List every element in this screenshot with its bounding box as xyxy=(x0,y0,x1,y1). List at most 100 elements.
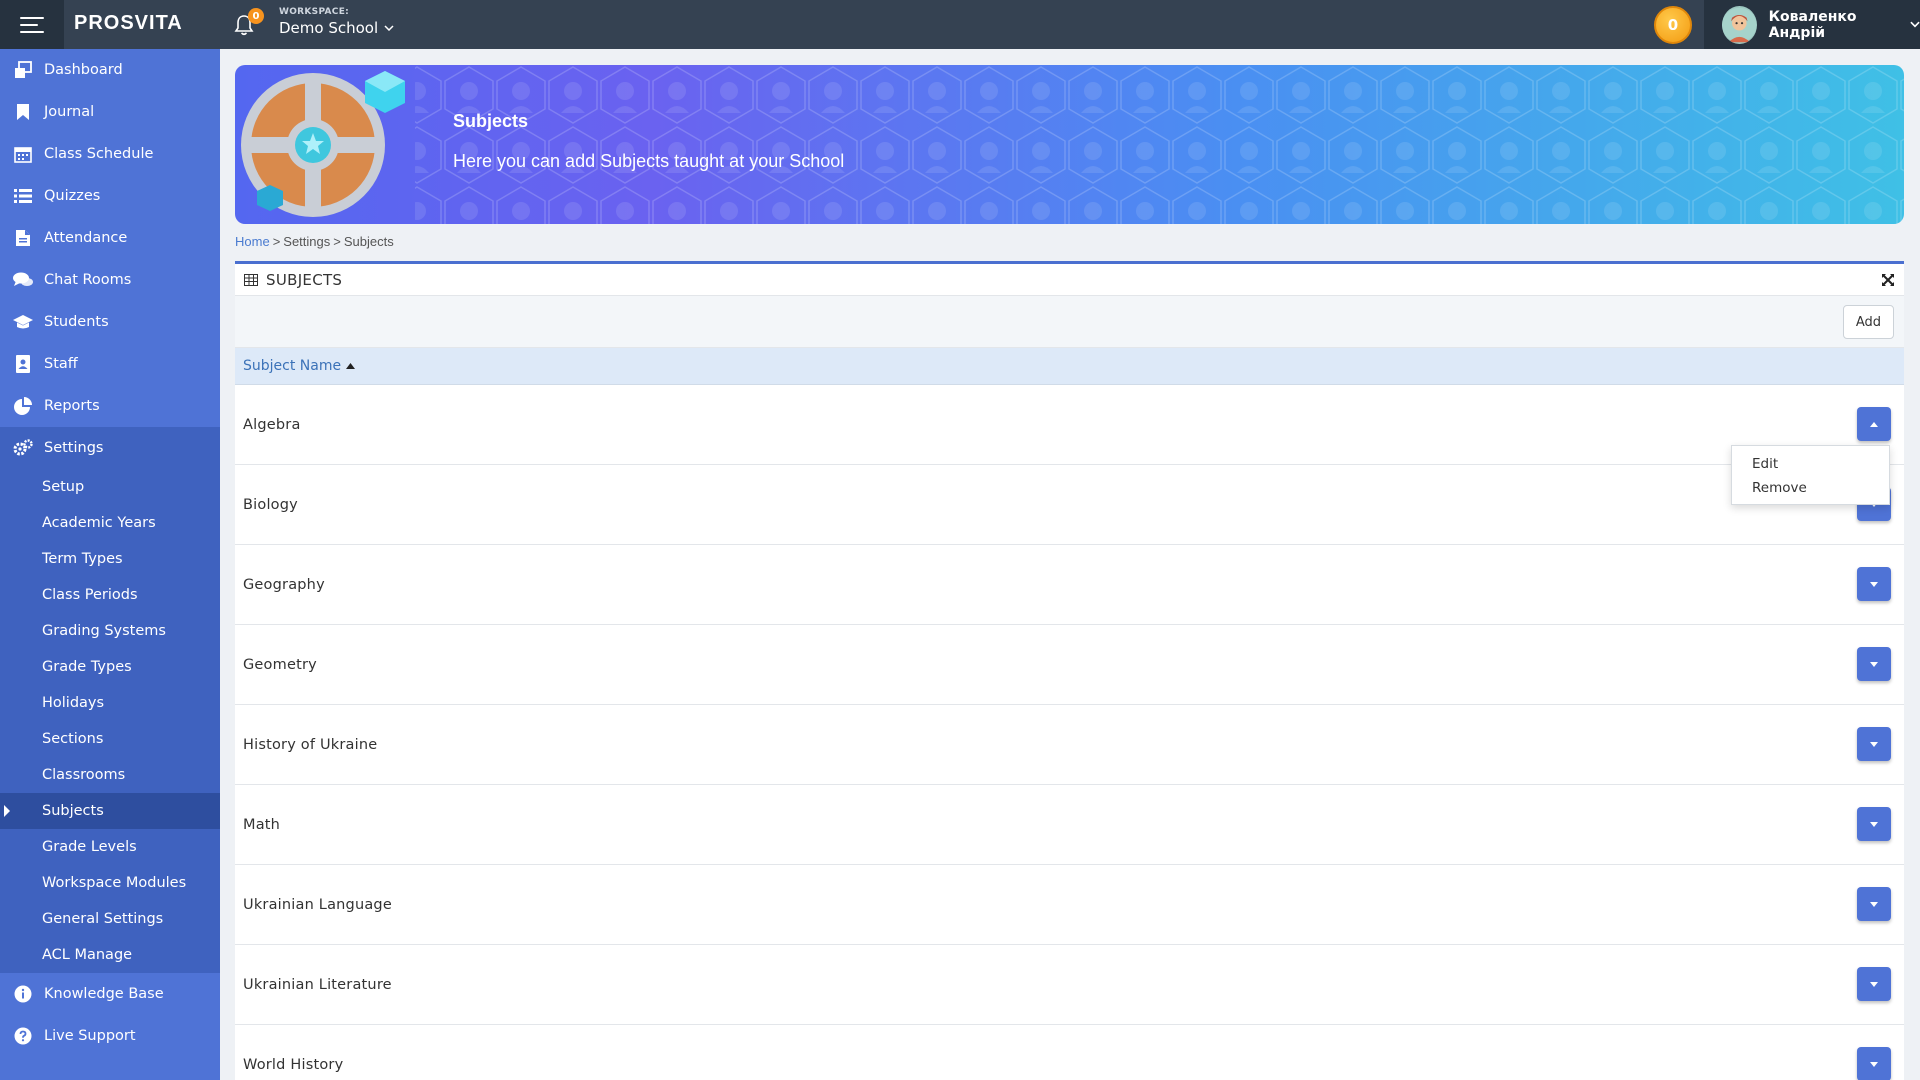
sidebar-item-knowledge-base[interactable]: Knowledge Base xyxy=(0,973,220,1015)
sidebar-item-label: Chat Rooms xyxy=(44,272,132,288)
column-header-subject-name[interactable]: Subject Name xyxy=(235,348,1904,385)
fullscreen-icon[interactable] xyxy=(1880,272,1896,288)
table-icon xyxy=(244,273,258,286)
sidebar-item-live-support[interactable]: Live Support xyxy=(0,1015,220,1057)
sidebar-subitem-subjects[interactable]: Subjects xyxy=(0,793,220,829)
main-content: Subjects Here you can add Subjects taugh… xyxy=(220,49,1920,1080)
sidebar-subitem-general-settings[interactable]: General Settings xyxy=(0,901,220,937)
row-actions-button[interactable] xyxy=(1857,567,1891,601)
bookmark-icon xyxy=(13,102,33,122)
sidebar-item-quizzes[interactable]: Quizzes xyxy=(0,175,220,217)
sidebar-subitem-workspace-modules[interactable]: Workspace Modules xyxy=(0,865,220,901)
shield-icon xyxy=(241,71,405,217)
row-actions-button[interactable] xyxy=(1857,727,1891,761)
top-bar: PROSVITA 0 WORKSPACE: Demo School 0 Кова… xyxy=(0,0,1920,49)
subject-name: History of Ukraine xyxy=(243,736,378,753)
table-row: Math xyxy=(235,785,1904,865)
calendar-icon xyxy=(13,144,33,164)
row-actions-button[interactable] xyxy=(1857,1047,1891,1080)
sidebar-item-label: Quizzes xyxy=(44,188,101,204)
staff-icon xyxy=(13,354,33,374)
add-button[interactable]: Add xyxy=(1842,305,1894,339)
sidebar-subitem-holidays[interactable]: Holidays xyxy=(0,685,220,721)
table-row: World History xyxy=(235,1025,1904,1080)
sidebar-item-label: Class Schedule xyxy=(44,146,154,162)
menu-toggle-button[interactable] xyxy=(0,0,64,49)
dashboard-icon xyxy=(13,60,33,80)
table-row: Geography xyxy=(235,545,1904,625)
breadcrumb-current: Subjects xyxy=(343,234,394,249)
sidebar-item-settings[interactable]: Settings xyxy=(0,427,220,469)
caret-down-icon xyxy=(1870,581,1878,587)
caret-down-icon xyxy=(1870,1061,1878,1067)
sidebar-item-journal[interactable]: Journal xyxy=(0,91,220,133)
sidebar-subitem-acl-manage[interactable]: ACL Manage xyxy=(0,937,220,973)
sidebar-item-label: Reports xyxy=(44,398,100,414)
chevron-down-icon xyxy=(384,25,394,31)
breadcrumb-separator: > xyxy=(272,234,281,249)
page-banner: Subjects Here you can add Subjects taugh… xyxy=(235,65,1904,224)
sidebar-item-label: Dashboard xyxy=(44,62,123,78)
sidebar-item-label: Live Support xyxy=(44,1028,136,1044)
notification-badge: 0 xyxy=(248,8,264,24)
sidebar-subitem-grade-levels[interactable]: Grade Levels xyxy=(0,829,220,865)
row-actions-button[interactable] xyxy=(1857,887,1891,921)
panel-title: SUBJECTS xyxy=(266,270,343,289)
column-header-label: Subject Name xyxy=(243,358,342,374)
subject-name: Algebra xyxy=(243,416,301,433)
sort-asc-icon xyxy=(346,363,356,369)
sidebar-item-class-schedule[interactable]: Class Schedule xyxy=(0,133,220,175)
user-menu[interactable]: Коваленко Андрій xyxy=(1704,0,1920,49)
subject-name: Math xyxy=(243,816,281,833)
table-row: Biology xyxy=(235,465,1904,545)
banner-pattern xyxy=(415,65,1904,224)
workspace-selector[interactable]: WORKSPACE: Demo School xyxy=(279,7,394,37)
page-subtitle: Here you can add Subjects taught at your… xyxy=(453,151,845,171)
breadcrumb-settings[interactable]: Settings xyxy=(283,234,330,249)
sidebar-item-chat-rooms[interactable]: Chat Rooms xyxy=(0,259,220,301)
hamburger-icon xyxy=(20,16,44,33)
sidebar-subitem-grade-types[interactable]: Grade Types xyxy=(0,649,220,685)
pie-chart-icon xyxy=(13,396,33,416)
sidebar-item-label: Students xyxy=(44,314,109,330)
sidebar-subitem-class-periods[interactable]: Class Periods xyxy=(0,577,220,613)
row-actions-button[interactable] xyxy=(1857,967,1891,1001)
workspace-name: Demo School xyxy=(279,19,379,37)
breadcrumb: Home > Settings > Subjects xyxy=(235,234,394,249)
sidebar-item-reports[interactable]: Reports xyxy=(0,385,220,427)
sidebar-subitem-grading-systems[interactable]: Grading Systems xyxy=(0,613,220,649)
sidebar-item-students[interactable]: Students xyxy=(0,301,220,343)
caret-down-icon xyxy=(1870,821,1878,827)
remove-menu-item[interactable]: Remove xyxy=(1732,476,1889,500)
sidebar-subitem-term-types[interactable]: Term Types xyxy=(0,541,220,577)
row-actions-button[interactable] xyxy=(1857,807,1891,841)
row-actions-button[interactable] xyxy=(1857,647,1891,681)
sidebar-item-attendance[interactable]: Attendance xyxy=(0,217,220,259)
caret-down-icon xyxy=(1870,981,1878,987)
chevron-down-icon xyxy=(1910,21,1920,28)
subjects-panel: SUBJECTS Add Subject Name Algebra Biolog… xyxy=(235,261,1904,1080)
breadcrumb-separator: > xyxy=(333,234,341,249)
sidebar-item-dashboard[interactable]: Dashboard xyxy=(0,49,220,91)
sidebar-subitem-academic-years[interactable]: Academic Years xyxy=(0,505,220,541)
row-actions-button[interactable] xyxy=(1857,407,1891,441)
sidebar-item-staff[interactable]: Staff xyxy=(0,343,220,385)
sidebar-item-label: Knowledge Base xyxy=(44,986,164,1002)
panel-toolbar: Add xyxy=(235,296,1904,348)
brand-logo[interactable]: PROSVITA xyxy=(74,12,183,35)
avatar xyxy=(1722,5,1757,44)
edit-menu-item[interactable]: Edit xyxy=(1732,452,1889,476)
chat-icon xyxy=(13,270,33,290)
sidebar-subitem-setup[interactable]: Setup xyxy=(0,469,220,505)
caret-down-icon xyxy=(1870,741,1878,747)
caret-up-icon xyxy=(1870,421,1878,427)
coins-badge[interactable]: 0 xyxy=(1654,6,1692,44)
breadcrumb-home[interactable]: Home xyxy=(235,234,270,249)
notifications-button[interactable]: 0 xyxy=(234,8,264,38)
sidebar-subitem-classrooms[interactable]: Classrooms xyxy=(0,757,220,793)
sidebar-subitem-sections[interactable]: Sections xyxy=(0,721,220,757)
page-title: Subjects xyxy=(453,111,529,131)
sidebar-item-label: Settings xyxy=(44,440,104,456)
panel-header: SUBJECTS xyxy=(235,264,1904,296)
settings-group: Settings Setup Academic Years Term Types… xyxy=(0,427,220,973)
